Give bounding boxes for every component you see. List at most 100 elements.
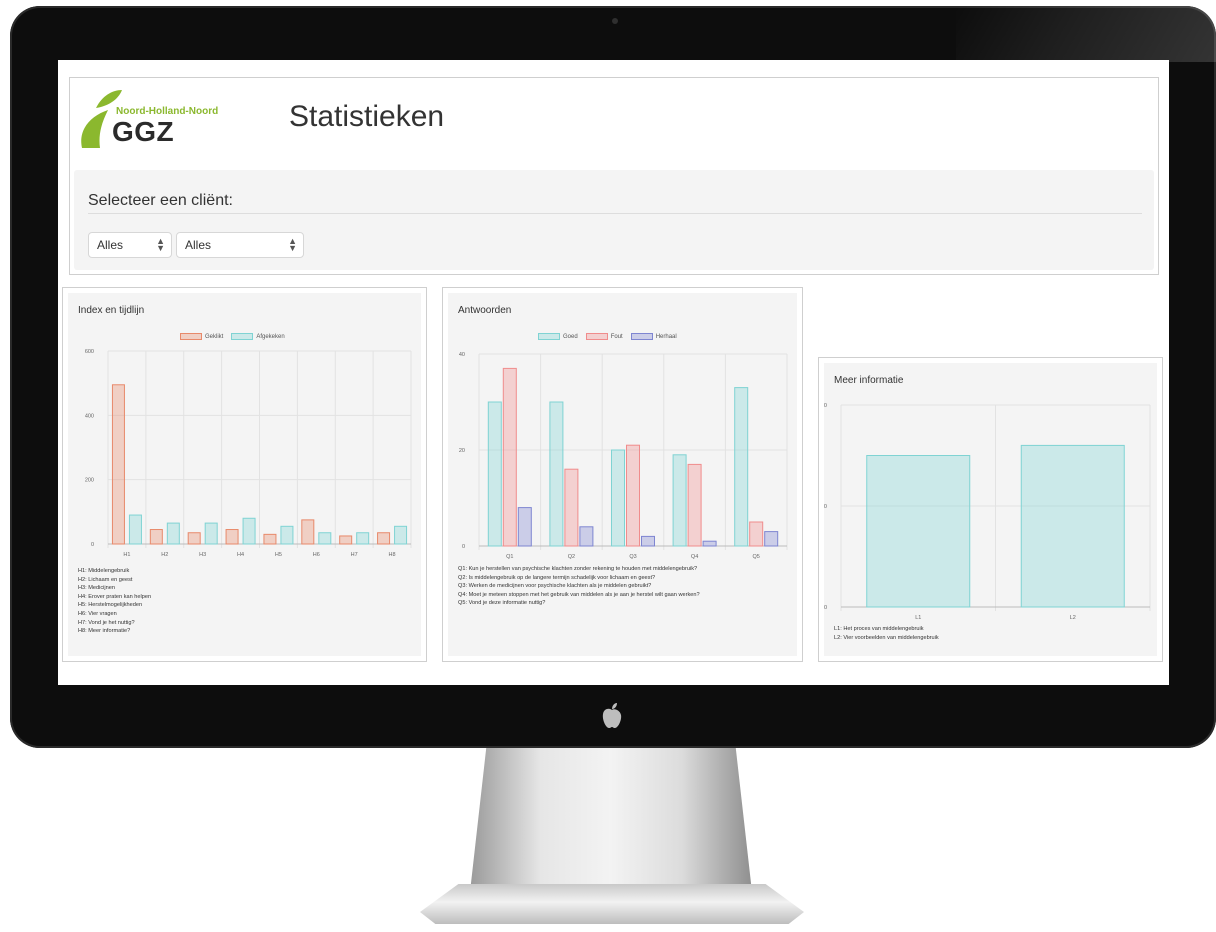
note: Q1: Kun je herstellen van psychische kla… [458,566,698,572]
x-tick-label: H3 [199,552,206,558]
bar[interactable] [672,454,687,547]
y-tick-label: 600 [85,349,94,355]
card-title: Index en tijdlijn [78,305,145,316]
x-tick-label: Q2 [568,554,575,560]
bar[interactable] [204,522,218,545]
bar[interactable] [687,463,702,547]
bar[interactable] [866,455,971,608]
apple-logo-icon [602,703,622,728]
bar[interactable] [702,540,717,547]
more-info-card: Meer informatie 0 10 20 L1 L2 L1: Het proces… [818,357,1163,662]
bar[interactable] [318,532,332,545]
x-tick-label: H4 [237,552,244,558]
x-tick-label: H7 [351,552,358,558]
x-tick-label: H8 [389,552,396,558]
bar[interactable] [626,444,640,547]
answers-card: Antwoorden Goed Fout Herhaal 0 20 40 Q1 Q2 Q3 Q4… [442,287,803,662]
note: H2: Lichaam en geest [78,576,133,583]
bar[interactable] [280,525,294,545]
note: Q5: Vond je deze informatie nuttig? [458,600,546,607]
y-tick-label: 200 [85,478,94,484]
card-body: Antwoorden Goed Fout Herhaal 0 20 40 Q1 Q2 Q3 Q4… [448,293,797,656]
card-title: Antwoorden [458,305,512,316]
bar[interactable] [517,507,532,547]
x-tick-label: H1 [123,552,130,558]
y-tick-label: 0 [462,544,465,550]
x-tick-label: H6 [313,552,320,558]
monitor-stand-base [420,884,804,924]
x-tick-label: Q5 [753,554,760,560]
bar[interactable] [301,519,315,545]
answers-chart: 0 20 40 Q1 Q2 Q3 Q4 Q5 [459,352,788,560]
y-tick-label: 40 [459,352,465,358]
select-arrows-icon: ▲ ▼ [156,236,165,253]
client-select-value: Alles [185,238,212,252]
note: Q3: Werken de medicijnen voor psychische… [458,583,652,590]
chart-notes: Q1: Kun je herstellen van psychische kla… [458,565,700,608]
bar[interactable] [764,531,779,547]
bar[interactable] [377,532,391,545]
client-group-select[interactable]: Alles ▲ ▼ [88,232,172,258]
note: L2: Vier voorbeelden van middelengebruik [834,634,939,641]
y-tick-label: 400 [85,413,94,419]
client-select[interactable]: Alles ▲ ▼ [176,232,304,258]
note: Q4: Moet je meteen stoppen met het gebru… [458,591,700,598]
y-tick-label: 20 [459,448,465,454]
index-timeline-card: Index en tijdlijn Geklikt Afgekeken 0 200 4… [62,287,427,662]
client-group-select-value: Alles [97,238,124,252]
bar[interactable] [611,449,625,547]
bar[interactable] [225,529,239,545]
bar[interactable] [111,384,125,545]
more-info-chart: 0 10 20 L1 L2 [824,403,1151,619]
bar[interactable] [187,532,201,545]
note: H8: Meer informatie? [78,628,131,635]
note: H1: Middelengebruik [78,568,130,574]
x-tick-label: Q4 [691,554,698,560]
bar[interactable] [641,535,655,547]
x-tick-label: H5 [275,552,282,558]
bar[interactable] [549,401,564,547]
bar[interactable] [166,522,180,545]
bar[interactable] [502,367,517,547]
x-tick-label: L1 [915,615,921,619]
bar[interactable] [339,535,353,545]
bar[interactable] [579,526,594,547]
note: L1: Het proces van middelengebruik [834,626,924,632]
bezel-glare [956,6,1216,62]
bar[interactable] [734,387,749,547]
note: H6: Vier vragen [78,610,117,617]
y-tick-label: 0 [824,605,827,611]
chart-notes: H1: Middelengebruik H2: Lichaam en geest… [78,567,151,636]
bar[interactable] [487,401,502,547]
bar[interactable] [263,533,277,545]
x-tick-label: L2 [1070,615,1076,619]
monitor-stand-neck [470,742,752,892]
index-timeline-chart: 0 200 400 600 H1 H2 H3 H4 H5 H6 H7 H8 [85,349,412,558]
bar[interactable] [128,514,142,545]
ggz-logo: Noord-Holland-Noord GGZ [78,88,248,154]
y-tick-label: 20 [824,403,827,409]
client-select-panel: Selecteer een cliënt: Alles ▲ ▼ Alles ▲ ▼ [74,170,1154,270]
divider [88,213,1142,214]
x-tick-label: Q3 [629,554,636,560]
bar[interactable] [356,532,370,545]
note: Q2: Is middelengebruik op de langere ter… [458,574,656,581]
bar[interactable] [749,521,764,547]
bar[interactable] [564,468,579,547]
x-tick-label: H2 [161,552,168,558]
y-tick-label: 0 [91,542,94,548]
bar[interactable] [1020,444,1125,608]
card-title: Meer informatie [834,375,904,386]
client-select-label: Selecteer een cliënt: [88,192,233,209]
header-panel: Noord-Holland-Noord GGZ Statistieken Sel… [69,77,1159,275]
camera-icon [612,18,618,24]
card-body: Index en tijdlijn Geklikt Afgekeken 0 200 4… [68,293,421,656]
y-tick-label: 10 [824,504,827,510]
note: H7: Vond je het nuttig? [78,619,135,626]
bar[interactable] [394,525,408,545]
logo-ggz-text: GGZ [112,116,175,147]
screen: Noord-Holland-Noord GGZ Statistieken Sel… [58,60,1169,685]
note: H4: Erover praten kan helpen [78,593,152,600]
bar[interactable] [242,517,256,545]
bar[interactable] [149,529,163,545]
